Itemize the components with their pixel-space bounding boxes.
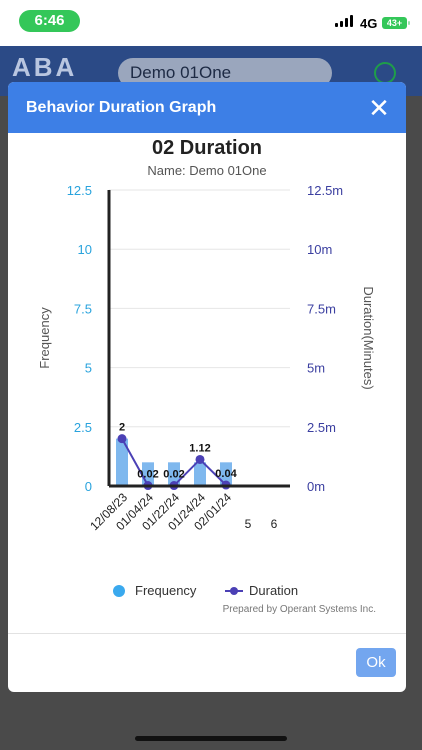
duration-point xyxy=(195,454,205,464)
y2-tick-label: 10m xyxy=(307,242,332,257)
y-tick-label: 0 xyxy=(85,479,92,494)
graph-modal: Behavior Duration Graph ✕ 02 Duration Na… xyxy=(8,82,406,692)
legend-frequency-swatch xyxy=(113,585,125,597)
y-axis-title: Frequency xyxy=(37,307,52,369)
signal-icon xyxy=(335,15,355,27)
y2-tick-label: 2.5m xyxy=(307,420,336,435)
frequency-bar xyxy=(194,462,206,486)
chart-legend: Frequency Duration xyxy=(8,582,406,602)
app-logo: ABA xyxy=(12,52,78,82)
home-indicator xyxy=(135,736,287,741)
y-tick-label: 2.5 xyxy=(74,420,92,435)
duration-data-label: 0.02 xyxy=(163,469,184,481)
y2-axis-title: Duration(Minutes) xyxy=(361,286,376,389)
legend-duration-label: Duration xyxy=(249,583,299,598)
y-tick-label: 5 xyxy=(85,361,92,376)
y-tick-label: 7.5 xyxy=(74,301,92,316)
y2-tick-label: 0m xyxy=(307,479,325,494)
x-tick-label: 5 xyxy=(245,517,252,531)
duration-data-label: 0.04 xyxy=(215,468,237,480)
y2-tick-label: 5m xyxy=(307,361,325,376)
y-tick-label: 10 xyxy=(78,242,92,257)
y2-tick-label: 12.5m xyxy=(307,183,343,198)
status-time: 6:46 xyxy=(19,10,80,32)
legend-frequency[interactable]: Frequency xyxy=(113,582,196,600)
power-icon[interactable] xyxy=(374,62,396,84)
legend-frequency-label: Frequency xyxy=(135,583,197,598)
prepared-by-text: Prepared by Operant Systems Inc. xyxy=(222,604,376,615)
x-tick-label: 6 xyxy=(271,517,278,531)
duration-data-label: 1.12 xyxy=(189,442,210,454)
duration-data-label: 2 xyxy=(119,422,125,434)
legend-duration[interactable]: Duration xyxy=(225,582,298,600)
legend-duration-swatch xyxy=(225,587,243,595)
duration-data-label: 0.02 xyxy=(137,469,158,481)
network-label: 4G xyxy=(360,16,378,31)
footer-divider xyxy=(8,633,406,634)
y2-tick-label: 7.5m xyxy=(307,301,336,316)
y-tick-label: 12.5 xyxy=(67,183,92,198)
battery-icon: 43+ xyxy=(382,17,410,29)
status-bar: 6:46 4G 43+ xyxy=(0,0,422,46)
duration-point xyxy=(117,434,127,444)
ok-button[interactable]: Ok xyxy=(356,648,396,677)
